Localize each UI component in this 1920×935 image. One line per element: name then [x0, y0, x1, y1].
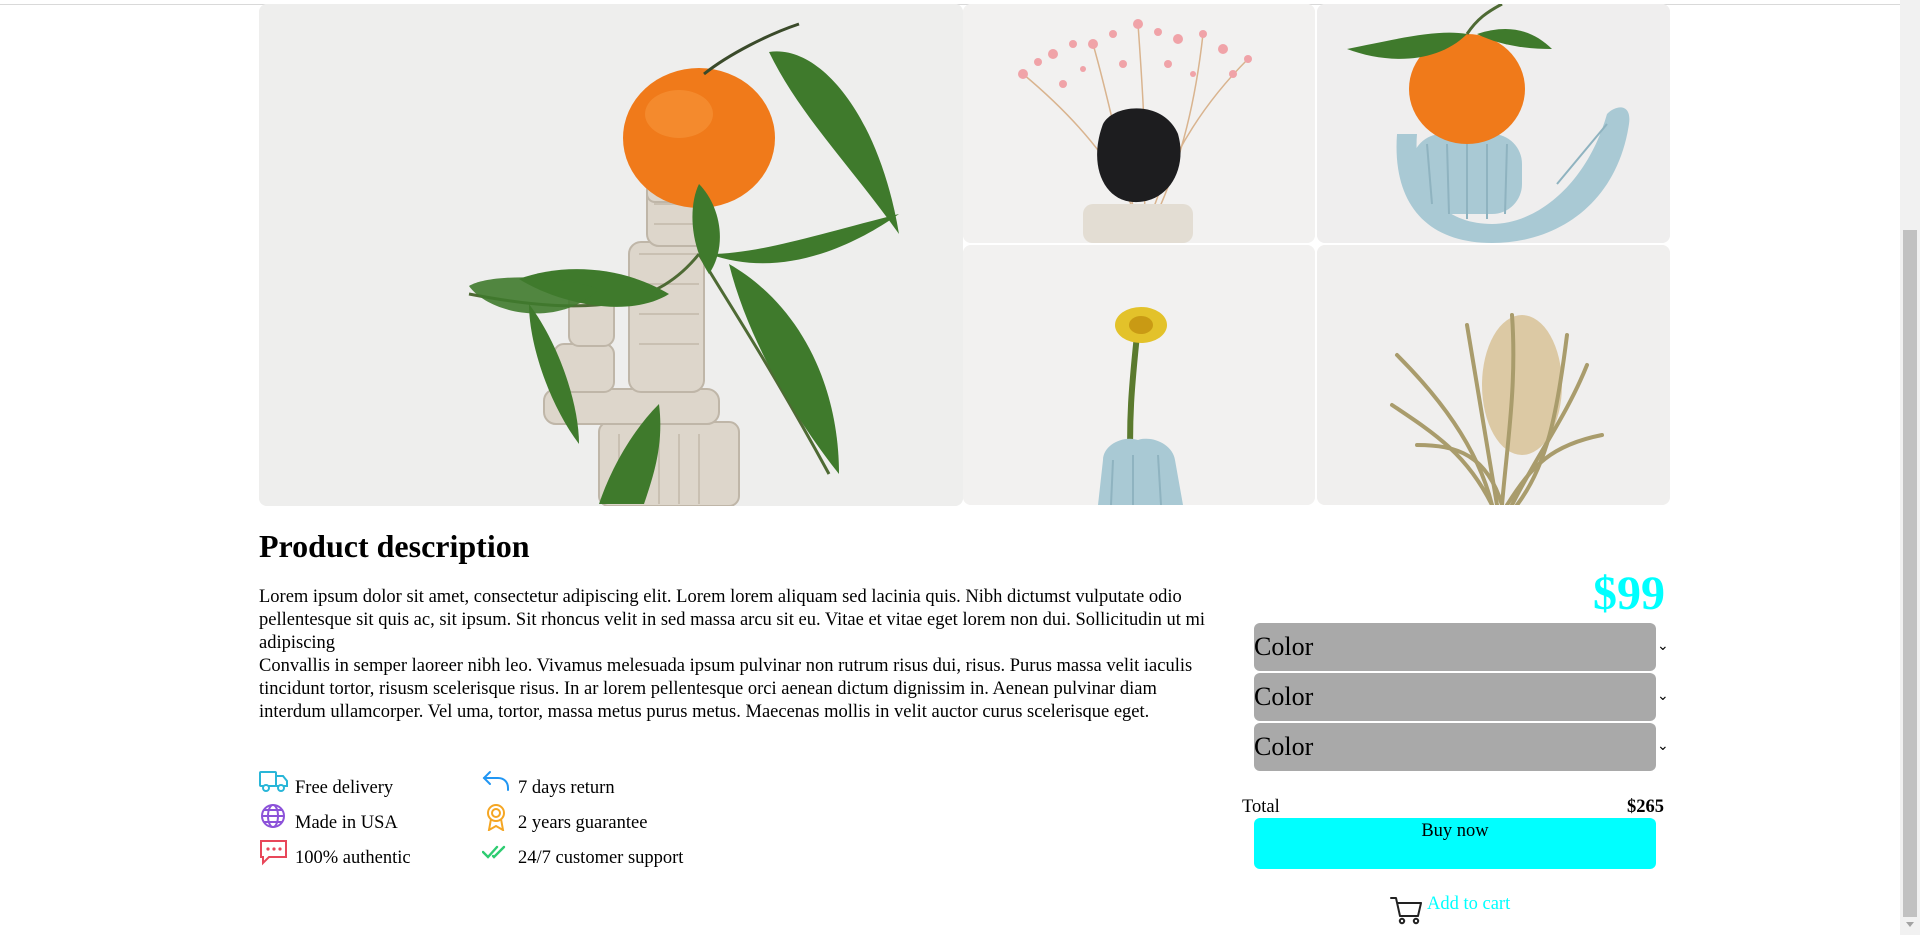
page-scrollbar[interactable]	[1900, 0, 1920, 935]
buy-now-button[interactable]: Buy now	[1254, 818, 1656, 869]
feature-7-days-return: 7 days return	[482, 768, 722, 802]
feature-made-in-usa: Made in USA	[259, 803, 499, 837]
select-value: Color	[1254, 732, 1314, 761]
feature-label: 7 days return	[518, 778, 615, 798]
gallery-thumb-dried-banksia[interactable]	[1317, 245, 1670, 505]
color-select-2[interactable]: Color ⌄	[1254, 673, 1669, 721]
scrollbar-thumb[interactable]	[1903, 230, 1917, 917]
gallery-thumb-orange-blue-vase[interactable]	[1317, 4, 1670, 243]
globe-icon	[259, 803, 289, 831]
feature-label: 24/7 customer support	[518, 848, 684, 868]
product-description-text: Lorem ipsum dolor sit amet, consectetur …	[259, 586, 1224, 724]
description-paragraph-2: Convallis in semper laoreer nibh leo. Vi…	[259, 656, 1193, 722]
feature-100-authentic: 100% authentic	[259, 838, 499, 872]
double-check-icon	[481, 838, 512, 866]
cart-icon	[1390, 892, 1424, 926]
gallery-thumb-yellow-flower[interactable]	[963, 245, 1315, 505]
description-paragraph-1: Lorem ipsum dolor sit amet, consectetur …	[259, 587, 1206, 653]
feature-label: Made in USA	[295, 813, 398, 833]
feature-label: 100% authentic	[295, 848, 411, 868]
gallery-main-image[interactable]	[259, 4, 963, 506]
chat-bubble-icon	[259, 838, 289, 866]
add-to-cart-label: Add to cart	[1427, 894, 1511, 914]
select-value: Color	[1254, 632, 1314, 661]
scroll-down-arrow-icon[interactable]	[1906, 922, 1914, 927]
feature-free-delivery: Free delivery	[259, 768, 499, 802]
product-price: $99	[1593, 567, 1665, 620]
color-select-1[interactable]: Color ⌄	[1254, 623, 1669, 671]
feature-customer-support: 24/7 customer support	[481, 838, 722, 872]
chevron-down-icon: ⌄	[1657, 689, 1669, 704]
total-value: $265	[1627, 797, 1664, 817]
chevron-down-icon: ⌄	[1657, 739, 1669, 754]
select-value: Color	[1254, 682, 1314, 711]
color-select-3[interactable]: Color ⌄	[1254, 723, 1669, 771]
truck-icon	[259, 768, 289, 796]
feature-2-years-guarantee: 2 years guarantee	[482, 803, 722, 837]
award-medal-icon	[482, 803, 512, 832]
gallery-thumb-pink-flowers[interactable]	[963, 4, 1315, 243]
feature-label: Free delivery	[295, 778, 394, 798]
total-label: Total	[1242, 797, 1280, 817]
feature-label: 2 years guarantee	[518, 813, 648, 833]
chevron-down-icon: ⌄	[1657, 639, 1669, 654]
product-description-title: Product description	[259, 528, 530, 564]
return-arrow-icon	[482, 768, 512, 796]
total-row: Total $265	[1242, 797, 1664, 818]
